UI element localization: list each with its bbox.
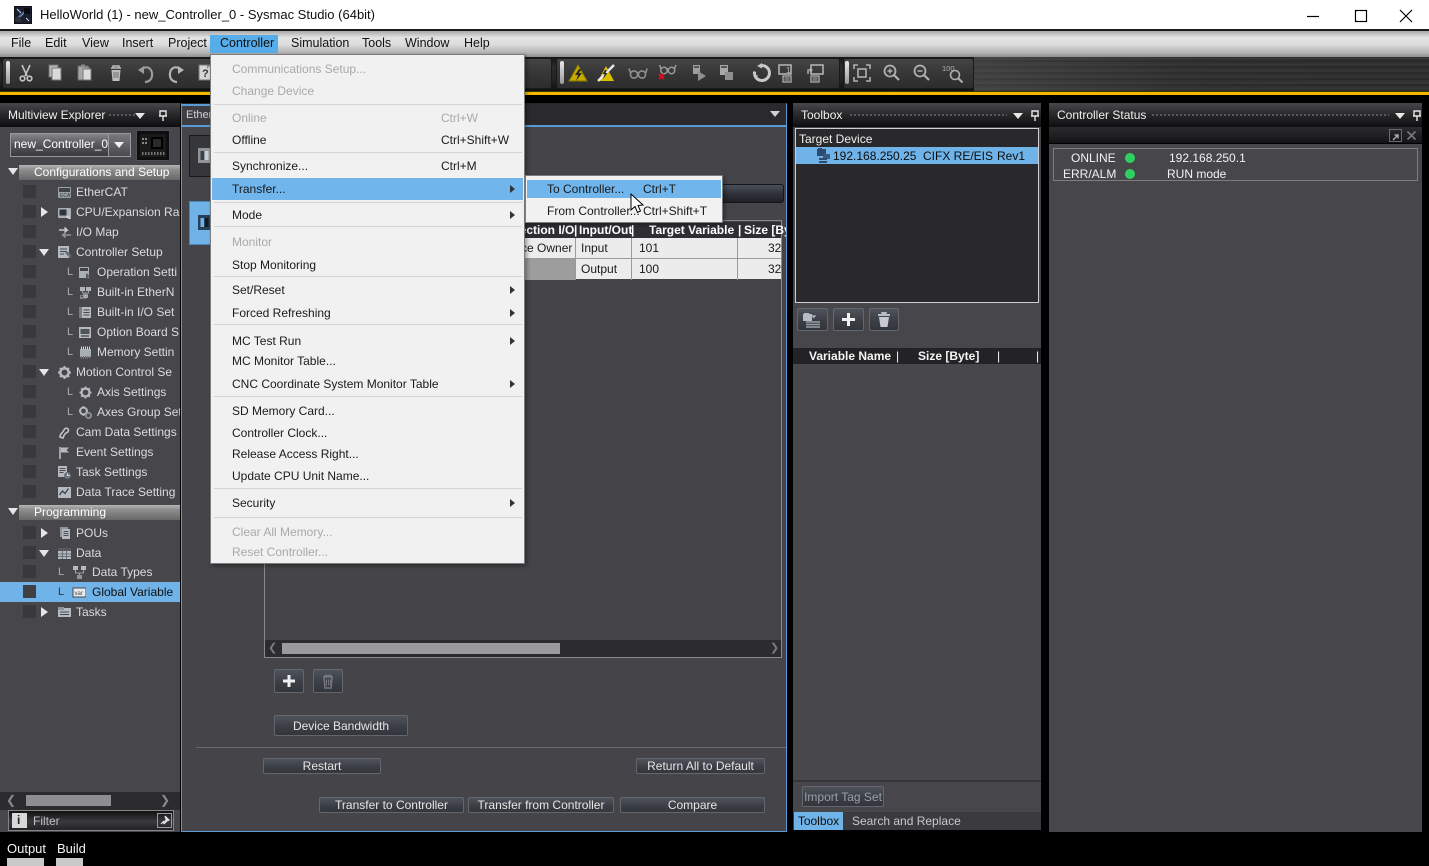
svg-text:EIP: EIP <box>80 295 89 299</box>
svg-text:?: ? <box>202 68 209 80</box>
svg-text:var: var <box>75 591 83 597</box>
svg-text:1: 1 <box>786 66 791 75</box>
svg-text:ECAT: ECAT <box>60 193 71 199</box>
